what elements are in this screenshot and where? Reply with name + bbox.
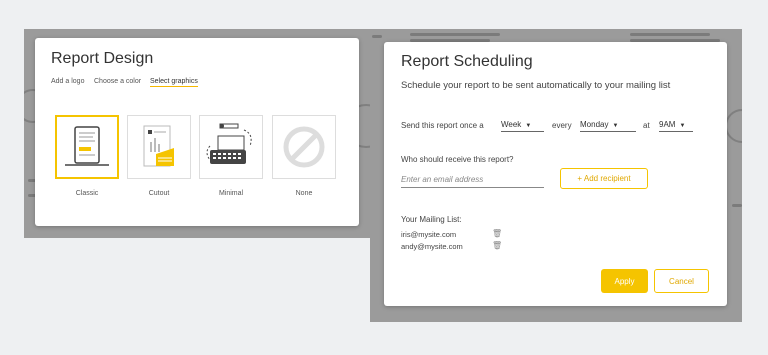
graphic-label-none: None <box>295 190 313 197</box>
graphic-option-classic[interactable] <box>55 115 119 179</box>
day-value: Monday <box>580 120 609 129</box>
graphic-option-minimal[interactable] <box>199 115 263 179</box>
chevron-down-icon: ▼ <box>612 123 619 129</box>
add-recipient-button[interactable]: + Add recipient <box>560 168 648 189</box>
report-design-title: Report Design <box>51 50 154 67</box>
graphic-label-cutout: Cutout <box>148 190 170 197</box>
cancel-button[interactable]: Cancel <box>654 269 709 293</box>
add-logo-link[interactable]: Add a logo <box>51 78 84 85</box>
at-label: at <box>643 121 650 130</box>
trash-icon[interactable]: 🗑 <box>492 229 502 238</box>
send-prefix-label: Send this report once a <box>401 121 484 130</box>
apply-button[interactable]: Apply <box>601 269 648 293</box>
chevron-down-icon: ▼ <box>525 123 532 129</box>
graphic-option-cutout[interactable] <box>127 115 191 179</box>
day-select[interactable]: Monday ▼ <box>580 120 636 132</box>
chevron-down-icon: ▼ <box>679 123 686 129</box>
graphic-label-classic: Classic <box>75 190 99 197</box>
scheduling-subtitle: Schedule your report to be sent automati… <box>401 80 671 91</box>
email-input[interactable] <box>401 171 544 188</box>
trash-icon[interactable]: 🗑 <box>492 241 502 250</box>
graphic-option-none[interactable] <box>272 115 336 179</box>
recipient-question: Who should receive this report? <box>401 155 514 164</box>
every-label: every <box>552 121 572 130</box>
graphic-label-minimal: Minimal <box>218 190 244 197</box>
mailing-list-item: iris@mysite.com <box>401 230 457 239</box>
time-select[interactable]: 9AM ▼ <box>659 120 693 132</box>
mailing-list-title: Your Mailing List: <box>401 215 462 224</box>
frequency-select[interactable]: Week ▼ <box>501 120 544 132</box>
frequency-value: Week <box>501 120 522 129</box>
select-graphics-link[interactable]: Select graphics <box>150 78 198 87</box>
mailing-list-item: andy@mysite.com <box>401 242 463 251</box>
time-value: 9AM <box>659 120 676 129</box>
report-scheduling-dialog: Report Scheduling Schedule your report t… <box>384 42 727 306</box>
report-design-dialog: Report Design Add a logo Choose a color … <box>35 38 359 226</box>
choose-color-link[interactable]: Choose a color <box>94 78 141 85</box>
report-scheduling-title: Report Scheduling <box>401 53 533 70</box>
